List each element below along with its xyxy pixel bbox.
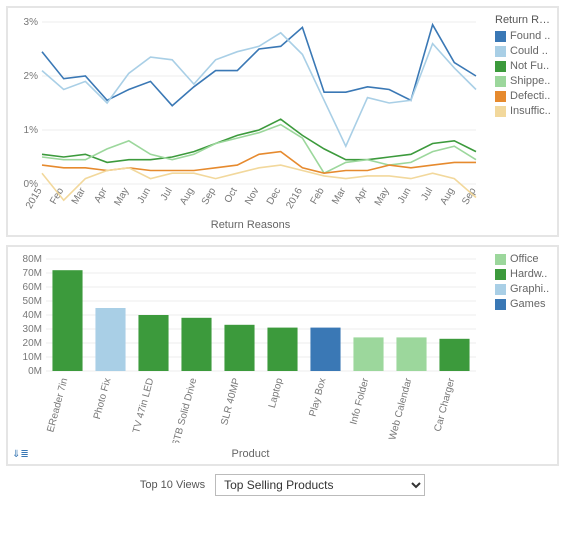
legend-item[interactable]: Games xyxy=(495,298,553,310)
view-selector-dropdown[interactable]: Top Selling Products xyxy=(215,474,425,496)
svg-text:Sep: Sep xyxy=(200,186,219,207)
legend-item[interactable]: Graphi.. xyxy=(495,283,553,295)
svg-text:Sep: Sep xyxy=(460,186,479,207)
svg-text:60M: 60M xyxy=(23,282,42,293)
svg-text:EReader 7in: EReader 7in xyxy=(45,377,70,434)
svg-text:Aug: Aug xyxy=(438,186,456,207)
legend-label: Found .. xyxy=(510,30,550,42)
legend-swatch xyxy=(495,254,506,265)
bar-chart: 0M 10M 20M 30M 40M 50M 60M 70M 80M EReader 7in Pho… xyxy=(12,253,489,460)
svg-text:2016: 2016 xyxy=(284,186,305,211)
legend-item[interactable]: Hardw.. xyxy=(495,268,553,280)
legend-swatch xyxy=(495,91,506,102)
svg-text:Play Box: Play Box xyxy=(308,377,329,418)
line-chart-legend: Return R… Found .. Could .. Not Fu.. Shippe… xyxy=(489,14,553,231)
svg-text:Laptop: Laptop xyxy=(267,377,286,410)
view-selector-row: Top 10 Views Top Selling Products xyxy=(6,474,559,496)
svg-text:70M: 70M xyxy=(23,268,42,279)
legend-item[interactable]: Could .. xyxy=(495,45,553,57)
svg-text:Info Folder: Info Folder xyxy=(348,376,371,426)
svg-text:20M: 20M xyxy=(23,338,42,349)
svg-text:Jul: Jul xyxy=(159,186,175,203)
legend-swatch xyxy=(495,106,506,117)
download-icon[interactable]: ⇓≣ xyxy=(12,449,29,460)
svg-text:50M: 50M xyxy=(23,296,42,307)
svg-text:10M: 10M xyxy=(23,352,42,363)
svg-text:Oct: Oct xyxy=(223,186,240,205)
top-products-panel: 0M 10M 20M 30M 40M 50M 60M 70M 80M EReader 7in Pho… xyxy=(6,245,559,466)
legend-swatch xyxy=(495,299,506,310)
legend-label: Games xyxy=(510,298,545,310)
svg-text:Aug: Aug xyxy=(178,186,196,207)
legend-swatch xyxy=(495,76,506,87)
legend-item[interactable]: Shippe.. xyxy=(495,75,553,87)
legend-item[interactable]: Not Fu.. xyxy=(495,60,553,72)
svg-text:TV 47in LED: TV 47in LED xyxy=(131,377,156,435)
legend-item[interactable]: Found .. xyxy=(495,30,553,42)
legend-swatch xyxy=(495,284,506,295)
svg-text:Jun: Jun xyxy=(136,186,154,205)
svg-text:30M: 30M xyxy=(23,324,42,335)
legend-swatch xyxy=(495,269,506,280)
line-chart-xlabel: Return Reasons xyxy=(12,219,489,231)
svg-text:May: May xyxy=(112,186,131,208)
svg-text:3%: 3% xyxy=(24,17,39,28)
bar-chart-xlabel: Product xyxy=(12,448,489,460)
svg-text:SLR 40MP: SLR 40MP xyxy=(219,377,242,427)
legend-label: Could .. xyxy=(510,45,548,57)
svg-text:Feb: Feb xyxy=(309,186,327,207)
svg-text:Apr: Apr xyxy=(353,185,371,205)
svg-text:0M: 0M xyxy=(28,366,42,377)
svg-text:2%: 2% xyxy=(24,71,39,82)
legend-item[interactable]: Insuffic.. xyxy=(495,105,553,117)
svg-text:May: May xyxy=(373,186,392,208)
bar-chart-svg: 0M 10M 20M 30M 40M 50M 60M 70M 80M EReader 7in Pho… xyxy=(12,253,482,443)
svg-text:80M: 80M xyxy=(23,254,42,265)
legend-label: Graphi.. xyxy=(510,283,549,295)
legend-item[interactable]: Office xyxy=(495,253,553,265)
svg-text:Photo Fix: Photo Fix xyxy=(92,377,114,421)
legend-label: Not Fu.. xyxy=(510,60,549,72)
svg-text:Dec: Dec xyxy=(265,186,283,207)
view-selector-label: Top 10 Views xyxy=(140,479,205,491)
legend-item[interactable]: Defecti.. xyxy=(495,90,553,102)
legend-label: Office xyxy=(510,253,539,265)
svg-text:6TB Solid Drive: 6TB Solid Drive xyxy=(171,377,200,443)
svg-text:Apr: Apr xyxy=(92,185,110,205)
svg-text:Mar: Mar xyxy=(330,185,348,206)
legend-label: Insuffic.. xyxy=(510,105,551,117)
legend-swatch xyxy=(495,46,506,57)
line-chart: 0%1%2%3%2015FebMarAprMayJunJulAugSepOctN… xyxy=(12,14,489,231)
bar-chart-legend: Office Hardw.. Graphi.. Games xyxy=(489,253,553,460)
legend-label: Defecti.. xyxy=(510,90,550,102)
line-chart-svg: 0%1%2%3%2015FebMarAprMayJunJulAugSepOctN… xyxy=(12,14,482,214)
legend-swatch xyxy=(495,31,506,42)
svg-text:Nov: Nov xyxy=(243,186,261,207)
svg-text:Jun: Jun xyxy=(396,186,414,205)
legend-label: Hardw.. xyxy=(510,268,547,280)
legend-title: Return R… xyxy=(495,14,553,26)
svg-text:Car Charger: Car Charger xyxy=(433,376,458,433)
svg-text:1%: 1% xyxy=(24,125,39,136)
svg-text:Feb: Feb xyxy=(48,186,66,207)
svg-text:Jul: Jul xyxy=(419,186,435,203)
svg-text:Web Calendar: Web Calendar xyxy=(387,376,414,441)
svg-text:40M: 40M xyxy=(23,310,42,321)
legend-label: Shippe.. xyxy=(510,75,550,87)
svg-text:Mar: Mar xyxy=(70,185,88,206)
return-reasons-panel: 0%1%2%3%2015FebMarAprMayJunJulAugSepOctN… xyxy=(6,6,559,237)
legend-swatch xyxy=(495,61,506,72)
